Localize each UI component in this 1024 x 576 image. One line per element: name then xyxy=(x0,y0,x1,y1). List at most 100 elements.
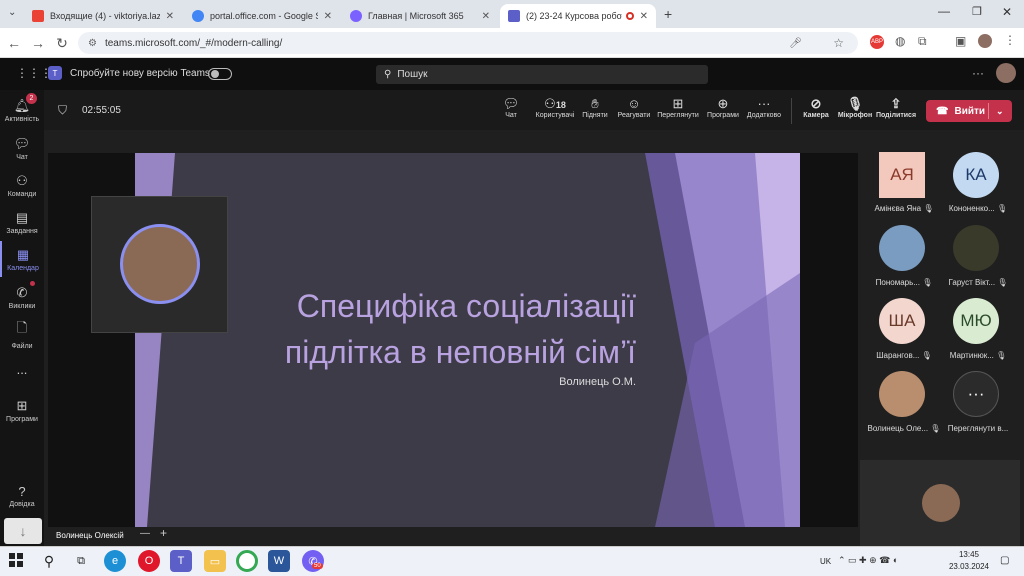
url-field[interactable]: ⚙ teams.microsoft.com/_#/modern-calling/… xyxy=(78,32,858,54)
apps-icon: ⊞ xyxy=(16,397,28,413)
rail-calls[interactable]: ✆ Виклики xyxy=(0,279,44,315)
tab-teams[interactable]: (2) 23-24 Курсова робота ✕ xyxy=(500,4,656,28)
settings-more-icon[interactable]: ··· xyxy=(972,66,984,80)
participant-avatar[interactable] xyxy=(953,225,999,271)
mic-off-icon: 🎙︎ xyxy=(997,204,1008,213)
word-icon[interactable]: W xyxy=(268,550,290,572)
rail-assignments[interactable]: ▤ Завдання xyxy=(0,204,44,240)
window-close-button[interactable]: ✕ xyxy=(1002,5,1012,19)
presenter-video[interactable] xyxy=(91,196,228,333)
recording-icon xyxy=(625,12,634,20)
participant-avatar[interactable]: КА xyxy=(953,152,999,198)
notifications-icon[interactable]: ▢ xyxy=(1000,555,1009,566)
shield-icon[interactable]: ⛉ xyxy=(58,103,67,118)
site-info-icon[interactable]: ⚙ xyxy=(88,38,97,49)
zoom-in-button[interactable]: + xyxy=(160,526,167,540)
participant-avatar[interactable] xyxy=(879,225,925,271)
edge-icon[interactable]: e xyxy=(104,550,126,572)
rail-help[interactable]: ? Довідка xyxy=(0,478,44,514)
sidepanel-icon[interactable]: ▣ xyxy=(955,34,966,48)
adblock-icon[interactable]: ABP xyxy=(870,35,884,49)
tab-m365[interactable]: Главная | Microsoft 365 ✕ xyxy=(342,4,498,28)
chrome-icon[interactable] xyxy=(236,550,258,572)
mic-off-icon: 🎙︎ xyxy=(922,278,933,287)
minimize-button[interactable]: — xyxy=(938,4,950,18)
participant-avatar[interactable]: АЯ xyxy=(879,152,925,198)
tab-google[interactable]: portal.office.com - Google Sear ✕ xyxy=(184,4,340,28)
calendar-icon: ▦ xyxy=(16,246,30,262)
search-icon[interactable]: ⚲ xyxy=(38,550,60,572)
presenter-avatar xyxy=(120,224,200,304)
mic-icon: 🎙︎ xyxy=(846,96,864,111)
mic-icon[interactable]: 🎤︎ xyxy=(789,38,802,49)
tab-gmail[interactable]: Входящие (4) - viktoriya.lazaren ✕ xyxy=(24,4,182,28)
close-icon[interactable]: ✕ xyxy=(482,11,490,22)
file-explorer-icon[interactable]: ▭ xyxy=(204,550,226,572)
more-button[interactable]: ··· Додатково xyxy=(741,96,787,126)
search-input[interactable]: ⚲ Пошук xyxy=(376,65,708,84)
meeting-timer: 02:55:05 xyxy=(82,105,121,116)
rail-activity[interactable]: 🔔︎ Активність xyxy=(0,92,44,128)
leave-button[interactable]: ☎ Вийти ⌄ xyxy=(926,100,1012,122)
windows-start-icon[interactable] xyxy=(9,553,23,567)
more-icon: ··· xyxy=(953,371,999,417)
download-icon[interactable]: ↓ xyxy=(4,518,42,544)
m365-icon xyxy=(350,10,362,22)
chevron-down-icon[interactable]: ⌄ xyxy=(996,106,1004,117)
app-launcher-icon[interactable]: ⋮⋮⋮ xyxy=(16,66,52,80)
assignments-icon: ▤ xyxy=(15,209,29,225)
opera-icon[interactable]: O xyxy=(138,550,160,572)
clock[interactable]: 13:45 23.03.2024 xyxy=(944,549,994,573)
people-icon: ⚇18 xyxy=(544,96,566,111)
participant-name: Гаруст Вікт... 🎙︎ xyxy=(948,278,1008,287)
self-video[interactable] xyxy=(860,460,1020,546)
rail-files[interactable]: 🗋︎ Файли xyxy=(0,316,44,352)
close-icon[interactable]: ✕ xyxy=(640,11,648,22)
close-icon[interactable]: ✕ xyxy=(166,11,174,22)
teams-taskbar-icon[interactable]: T xyxy=(170,550,192,572)
view-button[interactable]: ⊞ Переглянути xyxy=(654,96,702,126)
mic-off-icon: 🎙︎ xyxy=(997,278,1008,287)
share-button[interactable]: ⇪ Поділитися xyxy=(873,96,919,126)
zoom-out-button[interactable]: — xyxy=(140,528,150,539)
apps-button[interactable]: ⊕ Програми xyxy=(700,96,746,126)
participant-avatar[interactable] xyxy=(879,371,925,417)
reload-button[interactable]: ↻ xyxy=(52,33,72,53)
profile-avatar[interactable] xyxy=(978,34,992,48)
back-button[interactable]: ← xyxy=(4,33,24,53)
mic-off-icon: 🎙︎ xyxy=(921,351,932,360)
task-view-icon[interactable]: ⧉ xyxy=(70,550,92,572)
chat-button[interactable]: 💬︎ Чат xyxy=(488,96,534,126)
rail-more[interactable]: ... xyxy=(0,352,44,388)
rail-chat[interactable]: 💬︎ Чат xyxy=(0,130,44,166)
hand-icon: ✋︎ xyxy=(591,96,599,111)
browser-menu-icon[interactable]: ⋮ xyxy=(1004,33,1016,47)
search-icon: ⚲ xyxy=(384,69,392,80)
react-button[interactable]: ☺ Реагувати xyxy=(611,96,657,126)
rail-calendar[interactable]: ▦ Календар xyxy=(0,241,44,277)
view-all-participants-button[interactable]: ··· xyxy=(953,371,999,417)
tray-icons[interactable]: ⌃ ▭ ✚ ⊕ ☎ ◐ xyxy=(838,555,898,566)
rail-apps[interactable]: ⊞ Програми xyxy=(0,392,44,428)
participant-name: Мартинюк... 🎙︎ xyxy=(949,351,1007,360)
new-tab-button[interactable]: + xyxy=(664,6,672,22)
forward-button[interactable]: → xyxy=(28,33,48,53)
user-avatar[interactable] xyxy=(996,63,1016,83)
slide-title: Специфіка соціалізації підлітка в неповн… xyxy=(284,288,636,370)
language-indicator[interactable]: UK xyxy=(820,557,831,566)
bookmark-star-icon[interactable]: ☆ xyxy=(833,36,844,50)
extensions-icon[interactable]: ⧉ xyxy=(918,34,927,49)
try-new-teams-label: Спробуйте нову версію Teams xyxy=(70,68,210,79)
globe-icon[interactable]: ◍ xyxy=(895,34,905,48)
participant-avatar[interactable]: ША xyxy=(879,298,925,344)
close-icon[interactable]: ✕ xyxy=(324,11,332,22)
slide-author: Волинець О.М. xyxy=(559,376,636,388)
maximize-button[interactable]: ❐ xyxy=(972,5,982,18)
participant-name: Переглянути в... xyxy=(947,424,1009,433)
rail-teams[interactable]: ⚇ Команди xyxy=(0,167,44,203)
browser-tab-bar: Входящие (4) - viktoriya.lazaren ✕ porta… xyxy=(0,0,1024,28)
tab-search-icon[interactable]: ⌄ xyxy=(8,7,16,18)
mic-button[interactable]: 🎙︎ Мікрофон xyxy=(832,96,878,126)
participant-avatar[interactable]: МЮ xyxy=(953,298,999,344)
try-new-toggle[interactable] xyxy=(208,68,232,80)
